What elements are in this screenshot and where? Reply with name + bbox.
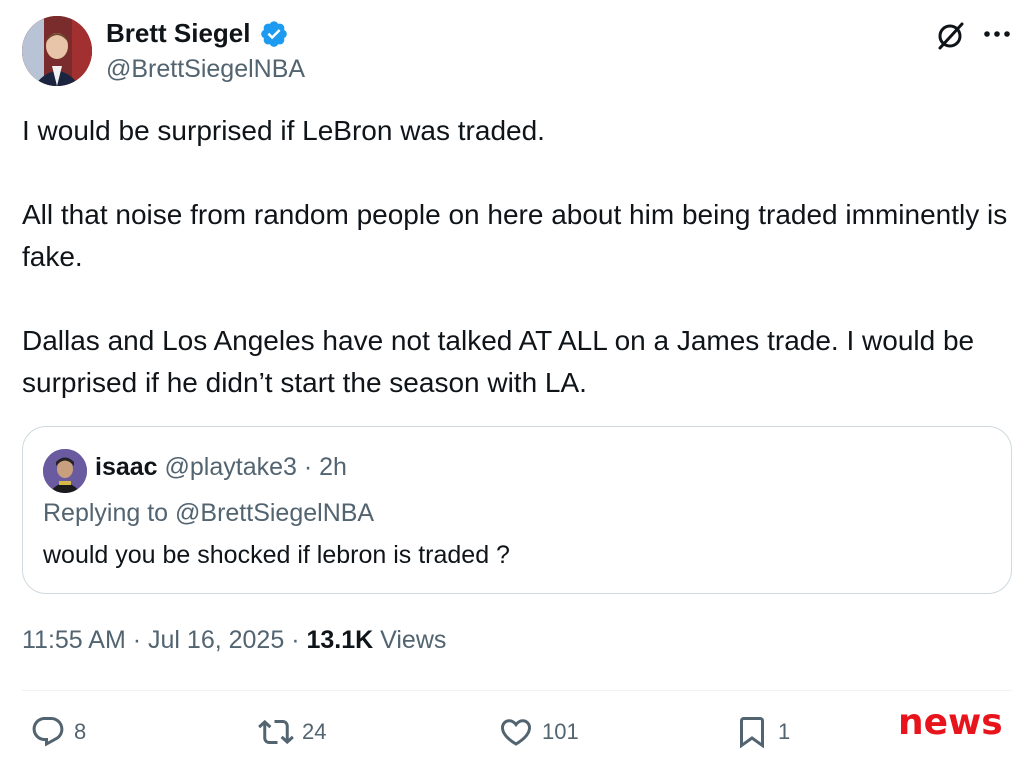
bookmark-count: 1 [778,719,791,744]
quote-author-name[interactable]: isaac [95,453,158,481]
tweet-paragraph: I would be surprised if LeBron was trade… [22,115,545,146]
tweet-date[interactable]: Jul 16, 2025 [148,626,284,654]
quoted-tweet-card[interactable]: isaac @playtake3 · 2h Replying to @Brett… [22,426,1012,594]
tweet-meta: 11:55 AM · Jul 16, 2025 · 13.1K Views [22,626,446,655]
quote-author-handle[interactable]: @playtake3 [165,453,297,481]
reply-button[interactable]: 8 [30,714,86,750]
repost-button[interactable]: 24 [258,714,326,750]
quote-author-avatar[interactable] [43,449,87,493]
meta-separator: · [132,626,142,654]
bookmark-icon [740,717,764,749]
person-portrait-icon [22,16,92,86]
quote-text: would you be shocked if lebron is traded… [43,541,510,569]
tweet-paragraph: Dallas and Los Angeles have not talked A… [22,325,975,398]
verified-badge-icon [260,20,287,47]
reply-count: 8 [74,719,87,744]
meta-separator: · [291,626,300,654]
quote-replying-to: Replying to @BrettSiegelNBA [43,499,375,527]
heart-icon [500,719,532,746]
quote-separator: · [303,453,313,481]
tweet-paragraph: All that noise from random people on her… [22,199,1008,272]
author-display-name[interactable]: Brett Siegel [106,18,251,49]
repost-icon [258,719,294,745]
reply-icon [32,717,64,747]
like-count: 101 [542,719,579,744]
person-portrait-icon [43,449,87,493]
quote-time[interactable]: 2h [319,453,347,481]
views-label: Views [380,626,447,654]
bookmark-button[interactable]: 1 [734,714,790,750]
author-avatar[interactable] [22,16,92,86]
views-count: 13.1K [306,626,374,654]
repost-count: 24 [302,719,327,744]
author-handle[interactable]: @BrettSiegelNBA [106,55,305,84]
more-icon[interactable] [982,22,1012,46]
news-watermark: news [898,702,1003,743]
tweet-body: I would be surprised if LeBron was trade… [22,110,1012,404]
tweet-time[interactable]: 11:55 AM [22,626,126,654]
like-button[interactable]: 101 [498,714,579,750]
divider [22,690,1012,691]
grok-icon[interactable] [934,18,968,52]
